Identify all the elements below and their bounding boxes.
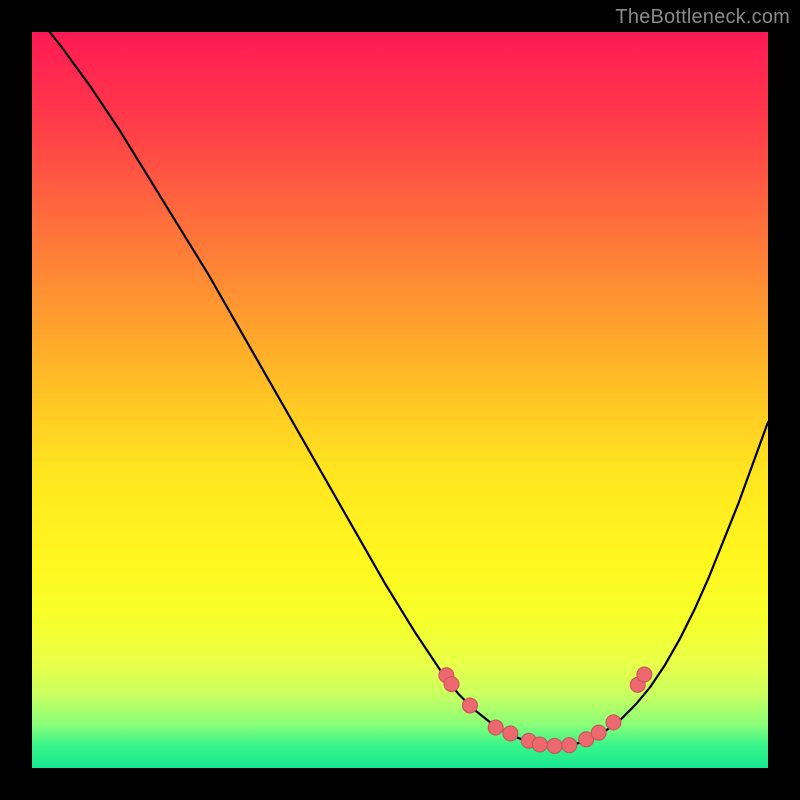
bottleneck-chart bbox=[32, 32, 768, 768]
marker-point bbox=[532, 737, 547, 752]
marker-point bbox=[637, 667, 652, 682]
marker-point bbox=[462, 698, 477, 713]
bottleneck-curve bbox=[32, 32, 768, 746]
plot-area bbox=[32, 32, 768, 768]
marker-group bbox=[439, 667, 652, 753]
chart-frame: TheBottleneck.com bbox=[0, 0, 800, 800]
marker-point bbox=[562, 738, 577, 753]
marker-point bbox=[503, 726, 518, 741]
marker-point bbox=[444, 677, 459, 692]
marker-point bbox=[591, 725, 606, 740]
marker-point bbox=[547, 738, 562, 753]
watermark-label: TheBottleneck.com bbox=[615, 6, 790, 29]
marker-point bbox=[488, 720, 503, 735]
marker-point bbox=[606, 715, 621, 730]
